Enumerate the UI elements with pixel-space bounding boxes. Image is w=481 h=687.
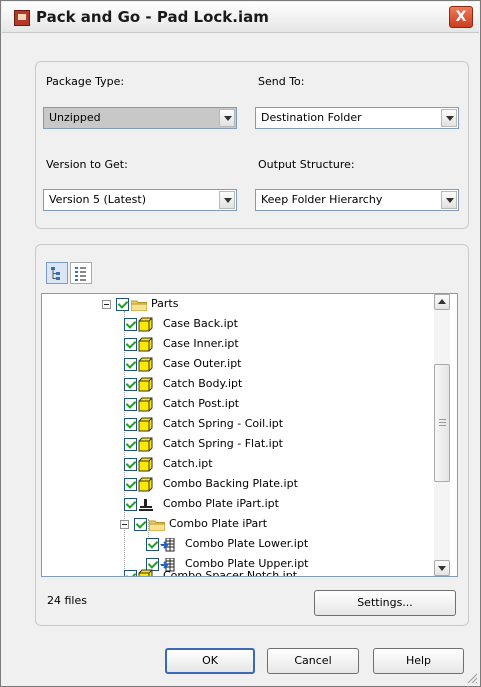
part-icon: [138, 397, 153, 412]
package-type-dropdown[interactable]: Unzipped: [43, 107, 237, 129]
tree-item[interactable]: Catch Post.ipt: [42, 394, 432, 414]
list-view-button[interactable]: [70, 262, 92, 284]
tree-item-label: Catch Body.ipt: [163, 377, 243, 390]
tree-view-icon: [51, 267, 60, 280]
tree-item-label: Combo Spacer Notch.ipt: [163, 569, 298, 577]
tree-item[interactable]: Case Back.ipt: [42, 314, 432, 334]
checkbox[interactable]: [124, 398, 137, 411]
file-count: 24 files: [47, 594, 87, 607]
settings-button[interactable]: Settings...: [314, 590, 456, 616]
help-button[interactable]: Help: [373, 648, 464, 674]
checkbox[interactable]: [124, 378, 137, 391]
pack-and-go-dialog: Pack and Go - Pad Lock.iam X Package Typ…: [0, 0, 481, 687]
tree-item-label: Combo Plate iPart: [169, 517, 268, 530]
collapse-icon[interactable]: [120, 520, 129, 529]
resize-grip-icon[interactable]: [466, 672, 478, 684]
chevron-down-icon[interactable]: [219, 109, 235, 127]
folder-icon: [149, 520, 165, 531]
part-icon: [138, 317, 153, 332]
checkbox[interactable]: [134, 518, 147, 531]
checkbox[interactable]: [124, 318, 137, 331]
tree-item-label: Catch Post.ipt: [163, 397, 240, 410]
window-title: Pack and Go - Pad Lock.iam: [36, 8, 269, 26]
tree-item[interactable]: Combo Plate Lower.ipt: [42, 534, 432, 554]
app-icon: [14, 10, 30, 26]
package-type-value: Unzipped: [49, 111, 101, 124]
version-label: Version to Get:: [46, 158, 128, 171]
cancel-button[interactable]: Cancel: [267, 648, 359, 674]
folder-icon: [131, 300, 147, 311]
part-icon: [138, 437, 153, 452]
output-structure-dropdown[interactable]: Keep Folder Hierarchy: [255, 189, 459, 211]
file-tree[interactable]: Parts Case Back.ipt Case Inner.ipt Case …: [41, 293, 458, 577]
chevron-down-icon[interactable]: [441, 109, 457, 127]
tree-item[interactable]: Catch Spring - Flat.ipt: [42, 434, 432, 454]
part-icon: [138, 457, 153, 472]
tree-item-label: Catch.ipt: [163, 457, 213, 470]
checkbox[interactable]: [124, 358, 137, 371]
checkbox[interactable]: [124, 438, 137, 451]
chevron-down-icon[interactable]: [219, 191, 235, 209]
output-structure-value: Keep Folder Hierarchy: [261, 193, 383, 206]
chevron-down-icon[interactable]: [441, 191, 457, 209]
tree-item-label: Parts: [151, 297, 179, 310]
tree-item[interactable]: Catch.ipt: [42, 454, 432, 474]
checkbox[interactable]: [124, 458, 137, 471]
checkbox[interactable]: [146, 538, 159, 551]
tree-scrollbar[interactable]: [434, 294, 450, 576]
checkbox[interactable]: [124, 478, 137, 491]
part-icon: [138, 337, 153, 352]
ipart-icon: [139, 499, 153, 511]
part-icon: [138, 377, 153, 392]
tree-item-label: Case Back.ipt: [163, 317, 238, 330]
tree-item[interactable]: Parts: [42, 294, 432, 314]
version-dropdown[interactable]: Version 5 (Latest): [43, 189, 237, 211]
version-value: Version 5 (Latest): [49, 193, 147, 206]
checkbox[interactable]: [124, 338, 137, 351]
grip-icon: [439, 422, 446, 423]
scroll-up-icon[interactable]: [434, 294, 450, 310]
tree-connector: [125, 576, 137, 577]
title-bar[interactable]: Pack and Go - Pad Lock.iam X: [2, 2, 479, 33]
tree-item[interactable]: Combo Spacer Notch.ipt: [42, 566, 432, 577]
tree-item-label: Combo Plate Lower.ipt: [185, 537, 309, 550]
collapse-icon[interactable]: [102, 300, 111, 309]
part-icon: [138, 569, 153, 576]
send-to-label: Send To:: [258, 75, 305, 88]
output-structure-label: Output Structure:: [258, 158, 355, 171]
grip-icon: [439, 425, 446, 426]
scroll-thumb[interactable]: [434, 364, 450, 482]
part-icon: [138, 357, 153, 372]
tree-item-label: Combo Plate iPart.ipt: [163, 497, 279, 510]
tree-item-label: Catch Spring - Coil.ipt: [163, 417, 284, 430]
tree-item-label: Catch Spring - Flat.ipt: [163, 437, 283, 450]
tree-item[interactable]: Case Inner.ipt: [42, 334, 432, 354]
part-icon: [138, 477, 153, 492]
tree-item[interactable]: Catch Spring - Coil.ipt: [42, 414, 432, 434]
send-to-dropdown[interactable]: Destination Folder: [255, 107, 459, 129]
part-icon: [138, 417, 153, 432]
tree-item[interactable]: Catch Body.ipt: [42, 374, 432, 394]
send-to-value: Destination Folder: [261, 111, 362, 124]
tree-item[interactable]: Case Outer.ipt: [42, 354, 432, 374]
checkbox[interactable]: [124, 570, 137, 576]
grip-icon: [439, 419, 446, 420]
checkbox[interactable]: [124, 418, 137, 431]
tree-view-button[interactable]: [46, 262, 68, 284]
tree-item-label: Combo Backing Plate.ipt: [163, 477, 298, 490]
ok-button[interactable]: OK: [165, 648, 255, 674]
tree-item-label: Case Outer.ipt: [163, 357, 242, 370]
scroll-down-icon[interactable]: [434, 560, 450, 576]
tree-item[interactable]: Combo Plate iPart.ipt: [42, 494, 432, 514]
tree-item[interactable]: Combo Backing Plate.ipt: [42, 474, 432, 494]
checkbox[interactable]: [116, 298, 129, 311]
close-button[interactable]: X: [449, 6, 473, 28]
ipart-member-icon: [161, 538, 175, 552]
package-type-label: Package Type:: [46, 75, 125, 88]
tree-item-label: Case Inner.ipt: [163, 337, 239, 350]
list-view-icon: [75, 267, 86, 281]
checkbox[interactable]: [124, 498, 137, 511]
tree-item[interactable]: Combo Plate iPart: [42, 514, 432, 534]
